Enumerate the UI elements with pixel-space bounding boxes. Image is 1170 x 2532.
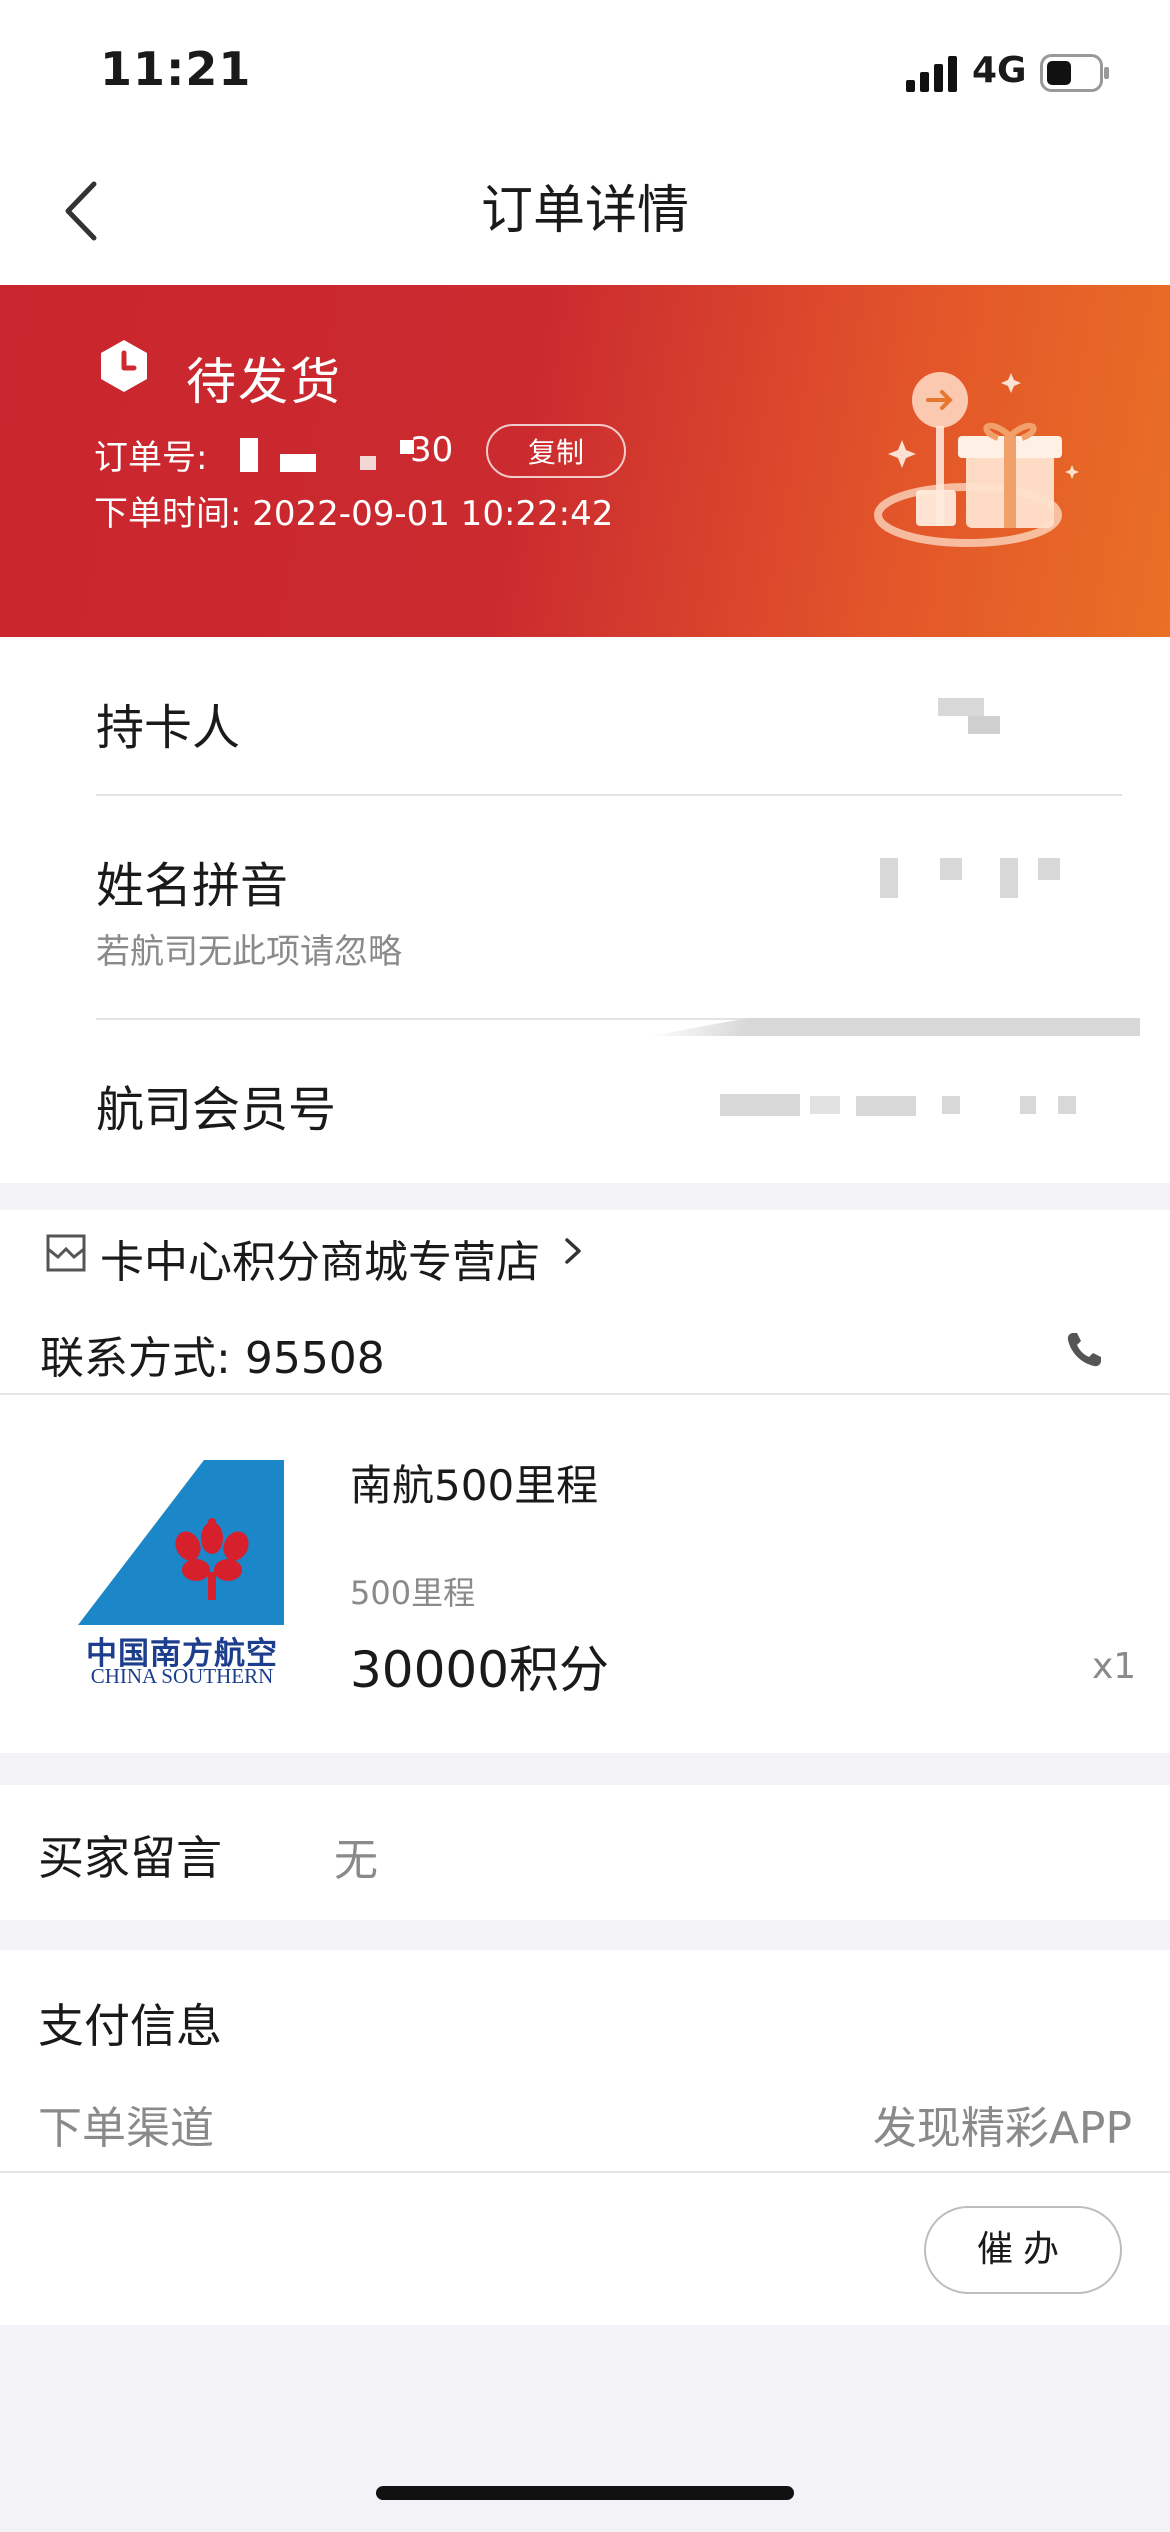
- order-channel-label: 下单渠道: [38, 2103, 214, 2154]
- order-channel-value: 发现精彩APP: [872, 2103, 1132, 2154]
- chevron-right-icon[interactable]: [562, 1236, 584, 1266]
- mask-block: [810, 1096, 840, 1114]
- mask-block: [880, 858, 898, 898]
- pinyin-value-masked: [880, 858, 1060, 900]
- order-number-label: 订单号:: [94, 438, 208, 478]
- card-holder-label: 持卡人: [96, 700, 241, 756]
- order-status: 待发货: [186, 353, 342, 411]
- member-number-masked: [720, 1088, 1080, 1118]
- store-name-link[interactable]: 卡中心积分商城专营店: [100, 1226, 540, 1290]
- mask-block: [942, 1096, 960, 1114]
- clock-icon: [101, 340, 147, 392]
- product-spec: 500里程: [350, 1574, 476, 1612]
- card-holder-value-masked: [938, 698, 1018, 740]
- phone-icon[interactable]: [1064, 1330, 1104, 1370]
- mask-block: [940, 858, 962, 880]
- buyer-message-label: 买家留言: [38, 1831, 222, 1885]
- logo-en-text: CHINA SOUTHERN: [90, 1664, 274, 1688]
- pinyin-hint: 若航司无此项请忽略: [96, 932, 402, 972]
- mask-block: [1038, 858, 1060, 880]
- status-time: 11:21: [100, 42, 252, 96]
- store-icon[interactable]: [44, 1233, 88, 1273]
- tail-logo-icon: [78, 1460, 284, 1625]
- product-name[interactable]: 南航500里程: [350, 1452, 598, 1513]
- mask-block: [856, 1096, 916, 1116]
- divider: [0, 2171, 1170, 2173]
- payment-title: 支付信息: [38, 1999, 222, 2053]
- divider: [96, 794, 1122, 796]
- copy-button[interactable]: 复制: [486, 424, 626, 478]
- home-indicator[interactable]: [376, 2486, 794, 2500]
- signal-icon: [906, 56, 957, 92]
- page-title: 订单详情: [480, 181, 689, 241]
- urge-button[interactable]: 催办: [924, 2206, 1122, 2294]
- contact-value: 95508: [244, 1333, 385, 1384]
- product-quantity: x1: [1092, 1646, 1137, 1687]
- mask-block: [1020, 1096, 1036, 1114]
- contact-label: 联系方式:: [40, 1333, 231, 1384]
- battery-icon: [1040, 54, 1109, 92]
- mask-block: [938, 698, 984, 716]
- contact-info: 联系方式: 95508: [40, 1322, 385, 1386]
- order-time-value: 2022-09-01 10:22:42: [252, 494, 614, 534]
- mask-block: [968, 716, 1000, 734]
- gift-illustration-icon: [874, 372, 1079, 547]
- buyer-message-value: 无: [334, 1835, 378, 1886]
- network-type: 4G: [972, 50, 1027, 91]
- pinyin-label: 姓名拼音: [96, 858, 289, 914]
- member-number-label: 航司会员号: [96, 1082, 337, 1138]
- mask-block: [1000, 858, 1018, 898]
- mask-block: [1058, 1096, 1076, 1114]
- order-time: 下单时间: 2022-09-01 10:22:42: [94, 486, 613, 535]
- product-price: 30000积分: [350, 1641, 610, 1699]
- china-southern-logo: 中国南方航空 CHINA SOUTHERN: [72, 1460, 292, 1688]
- order-number-tail: 30: [410, 430, 454, 470]
- mask-block: [720, 1094, 800, 1116]
- divider: [0, 1393, 1170, 1395]
- order-time-label: 下单时间:: [94, 494, 242, 534]
